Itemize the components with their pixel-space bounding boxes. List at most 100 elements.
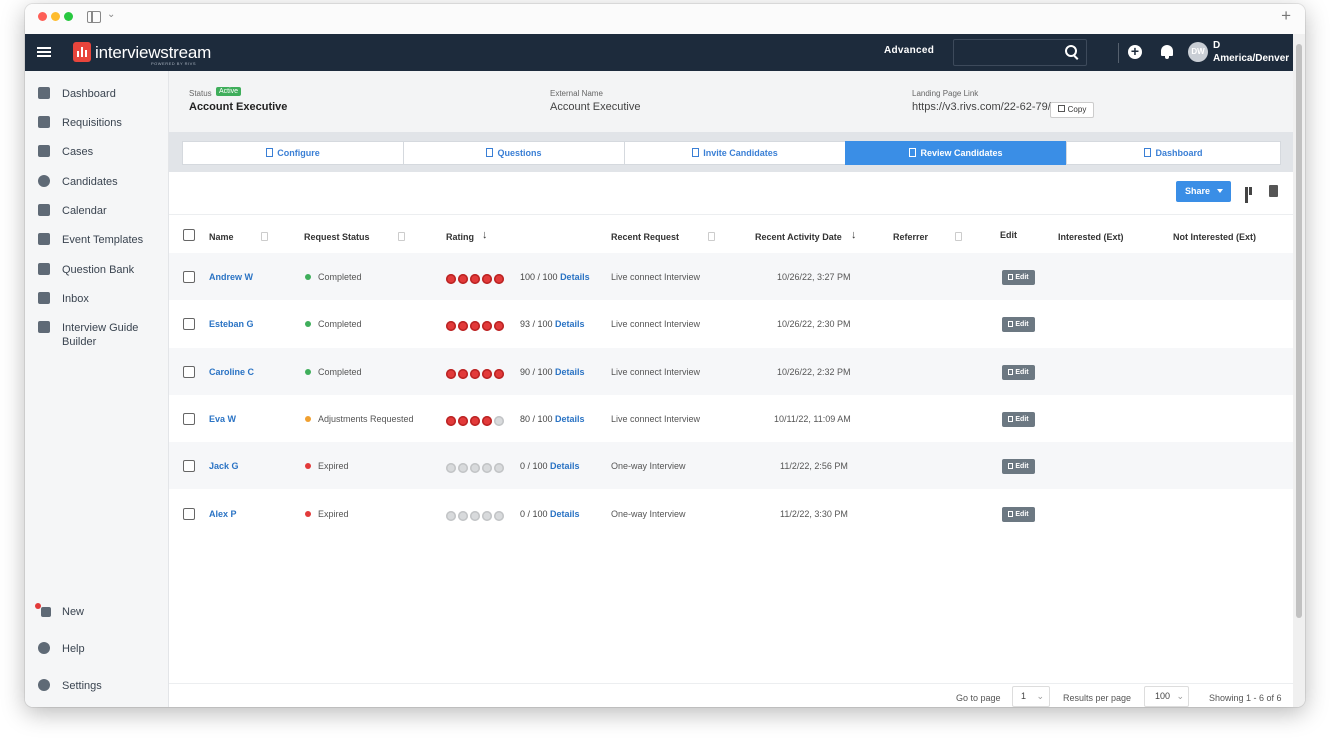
table-row[interactable]: Eva W Adjustments Requested 80 / 100 Detai… <box>169 395 1293 442</box>
sidebar-item-event-templates[interactable]: Event Templates <box>25 229 168 251</box>
request-status: Completed <box>318 366 362 377</box>
sort-icon[interactable] <box>955 232 962 241</box>
rating-circle-icon <box>446 274 456 284</box>
row-checkbox[interactable] <box>183 412 195 425</box>
step-review-candidates[interactable]: Review Candidates <box>845 141 1067 165</box>
rating-circle-icon <box>482 368 492 379</box>
details-link[interactable]: Details <box>555 367 585 377</box>
landing-page-link[interactable]: https://v3.rivs.com/22-62-79/ <box>912 101 1051 113</box>
scrollbar[interactable] <box>1293 34 1305 707</box>
row-checkbox[interactable] <box>183 271 195 283</box>
step-questions[interactable]: Questions <box>403 141 625 165</box>
candidate-name-link[interactable]: Andrew W <box>209 272 253 282</box>
zoom-window-button[interactable] <box>64 12 73 21</box>
step-label: Review Candidates <box>920 148 1003 158</box>
sidebar-item-requisitions[interactable]: Requisitions <box>25 112 168 134</box>
request-status: Adjustments Requested <box>318 413 414 424</box>
edit-button[interactable]: Edit <box>1002 411 1035 427</box>
row-checkbox[interactable] <box>183 507 195 520</box>
table-row[interactable]: Jack G Expired 0 / 100 Details One-way Inte… <box>169 442 1293 490</box>
rating-circles <box>446 460 506 474</box>
scrollbar-thumb[interactable] <box>1296 44 1302 618</box>
sidebar-item-cases[interactable]: Cases <box>25 141 168 163</box>
sort-icon[interactable] <box>398 232 405 241</box>
step-dashboard[interactable]: Dashboard <box>1066 141 1281 165</box>
details-link[interactable]: Details <box>560 272 590 282</box>
export-icon[interactable] <box>1269 185 1278 197</box>
col-recent-activity[interactable]: Recent Activity Date <box>755 232 842 242</box>
status-label: Status <box>189 89 212 98</box>
sort-icon[interactable] <box>261 232 268 241</box>
row-checkbox[interactable] <box>183 365 195 378</box>
candidate-name-link[interactable]: Eva W <box>209 414 236 424</box>
details-link[interactable]: Details <box>555 319 585 329</box>
rating-circle-icon <box>446 415 456 426</box>
sidebar-item-inbox[interactable]: Inbox <box>25 288 168 310</box>
menu-icon[interactable] <box>37 47 51 57</box>
table-row[interactable]: Esteban G Completed 93 / 100 Details Live c… <box>169 300 1293 347</box>
avatar[interactable]: DW <box>1188 42 1208 62</box>
edit-button[interactable]: Edit <box>1002 270 1035 285</box>
candidate-name-link[interactable]: Esteban G <box>209 319 254 329</box>
edit-button[interactable]: Edit <box>1002 364 1035 380</box>
caret-down-icon <box>1217 189 1223 193</box>
minimize-window-button[interactable] <box>51 12 60 21</box>
edit-button[interactable]: Edit <box>1002 459 1035 475</box>
col-request-status[interactable]: Request Status <box>304 232 370 242</box>
sidebar-item-calendar[interactable]: Calendar <box>25 200 168 222</box>
candidate-name-link[interactable]: Jack G <box>209 461 239 471</box>
sort-icon[interactable] <box>708 232 715 241</box>
bell-icon[interactable] <box>1161 45 1173 59</box>
row-checkbox[interactable] <box>183 318 195 331</box>
sidebar-item-dashboard[interactable]: Dashboard <box>25 83 168 105</box>
user-timezone[interactable]: America/Denver <box>1213 53 1289 64</box>
add-icon[interactable]: + <box>1128 44 1142 59</box>
candidate-name-link[interactable]: Alex P <box>209 509 237 519</box>
details-link[interactable]: Details <box>555 414 585 424</box>
people-icon <box>38 175 50 187</box>
status-badge: Active <box>216 87 242 96</box>
col-recent-request[interactable]: Recent Request <box>611 232 679 242</box>
col-interested[interactable]: Interested (Ext) <box>1058 232 1124 242</box>
step-label: Questions <box>497 148 542 158</box>
sidebar-item-question-bank[interactable]: Question Bank <box>25 259 168 281</box>
sort-down-icon[interactable]: ↓ <box>482 229 488 241</box>
user-name[interactable]: D <box>1213 40 1220 51</box>
sidebar-item-help[interactable]: Help <box>25 638 168 660</box>
edit-button[interactable]: Edit <box>1002 506 1035 522</box>
col-rating[interactable]: Rating <box>446 232 474 242</box>
columns-icon[interactable] <box>1245 187 1256 203</box>
step-configure[interactable]: Configure <box>182 141 404 165</box>
sidebar-item-label: Event Templates <box>62 234 144 246</box>
sort-down-icon[interactable]: ↓ <box>851 229 857 241</box>
chevron-down-icon[interactable]: ⌄ <box>107 9 115 20</box>
page-select[interactable]: 1 ⌄ <box>1012 686 1050 707</box>
close-window-button[interactable] <box>38 12 47 21</box>
details-link[interactable]: Details <box>550 509 580 519</box>
step-invite-candidates[interactable]: Invite Candidates <box>624 141 846 165</box>
new-tab-icon[interactable]: + <box>1281 6 1291 26</box>
sidebar-item-candidates[interactable]: Candidates <box>25 171 168 193</box>
table-row[interactable]: Caroline C Completed 90 / 100 Details Live … <box>169 347 1293 395</box>
table-row[interactable]: Alex P Expired 0 / 100 Details One-way Inte… <box>169 490 1293 537</box>
row-checkbox[interactable] <box>183 460 195 473</box>
sidebar-item-settings[interactable]: Settings <box>25 675 168 697</box>
search-icon[interactable] <box>1065 45 1077 57</box>
share-button[interactable]: Share <box>1176 181 1231 202</box>
sidebar-toggle-icon[interactable] <box>87 11 101 23</box>
col-not-interested[interactable]: Not Interested (Ext) <box>1173 232 1256 242</box>
sidebar-item-interview-guide-builder[interactable]: Interview Guide Builder <box>25 317 168 349</box>
logo-text[interactable]: interviewstream <box>95 43 211 63</box>
results-per-page-select[interactable]: 100 ⌄ <box>1144 686 1189 707</box>
showing-count: Showing 1 - 6 of 6 <box>1209 693 1282 703</box>
table-row[interactable]: Andrew W Completed 100 / 100 Details Live c… <box>169 253 1293 300</box>
advanced-search-link[interactable]: Advanced <box>884 45 934 56</box>
col-referrer[interactable]: Referrer <box>893 232 928 242</box>
col-name[interactable]: Name <box>209 232 234 242</box>
candidate-name-link[interactable]: Caroline C <box>209 367 254 377</box>
copy-button[interactable]: Copy <box>1050 102 1094 118</box>
select-all-checkbox[interactable] <box>183 229 195 241</box>
details-link[interactable]: Details <box>550 461 580 471</box>
sidebar-item-new[interactable]: New <box>25 601 168 623</box>
edit-button[interactable]: Edit <box>1002 317 1035 333</box>
